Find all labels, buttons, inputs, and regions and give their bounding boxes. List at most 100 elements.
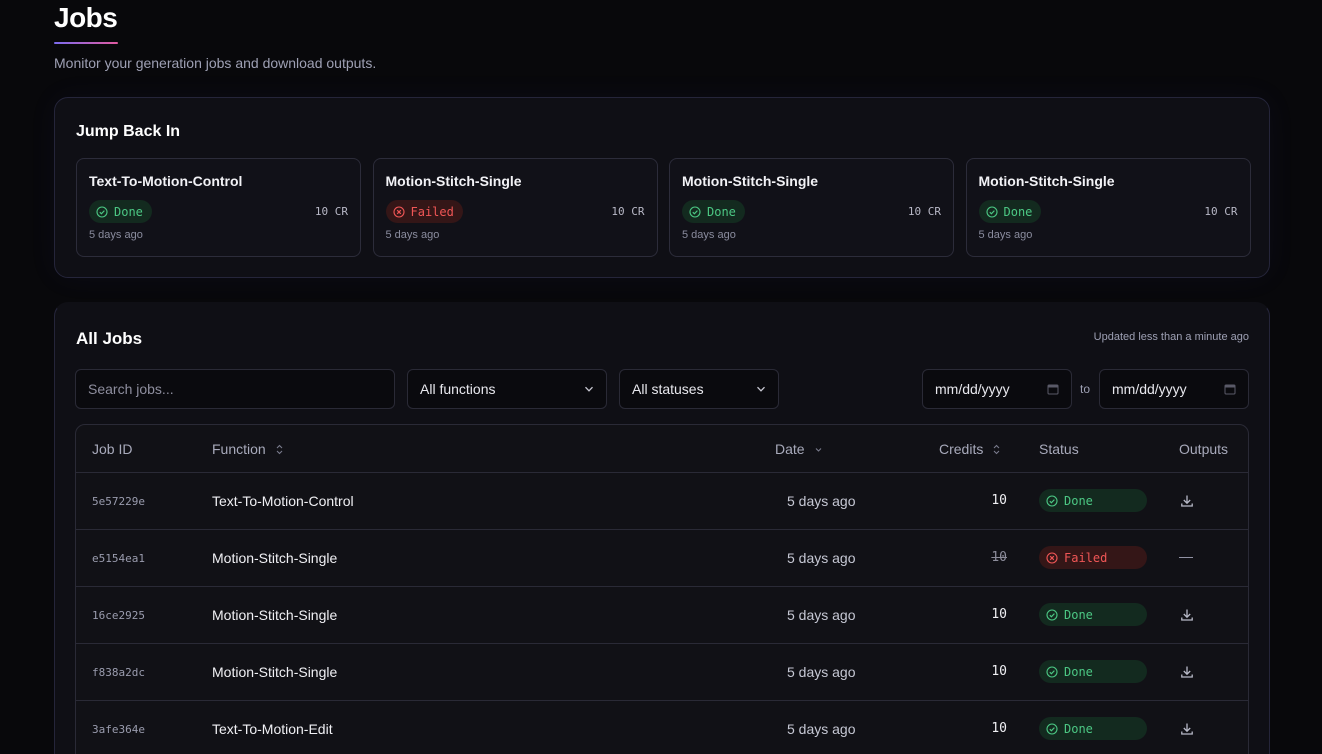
status-badge: Done [89,200,152,223]
jump-card-function: Motion-Stitch-Single [385,173,522,189]
check-circle-icon [1046,722,1058,735]
status-label: Done [1003,204,1033,219]
job-function: Motion-Stitch-Single [212,664,338,680]
sort-icon[interactable] [275,444,284,455]
job-date: 5 days ago [787,664,856,680]
status-label: Failed [410,204,454,219]
status-label: Done [114,204,143,219]
table-row[interactable]: 5e57229e Text-To-Motion-Control 5 days ago… [76,473,1248,530]
check-circle-icon [1046,665,1058,678]
jump-card[interactable]: Motion-Stitch-Single Failed 10 CR 5 days ag… [372,158,658,257]
job-id: 16ce2925 [92,609,145,622]
table-row[interactable]: e5154ea1 Motion-Stitch-Single 5 days ago 10… [76,530,1248,587]
job-credits: 10 [991,607,1007,622]
function-select-value: All functions [420,381,496,397]
status-label: Done [707,204,736,219]
table-row[interactable]: 16ce2925 Motion-Stitch-Single 5 days ago 10… [76,587,1248,644]
chevron-down-icon [585,386,593,392]
job-id: 5e57229e [92,495,145,508]
job-id: e5154ea1 [92,552,145,565]
jump-back-in-title: Jump Back In [76,123,181,140]
table-row[interactable]: 3afe364e Text-To-Motion-Edit 5 days ago 10 D… [76,701,1248,754]
job-date: 5 days ago [787,493,856,509]
column-label: Outputs [1179,441,1229,457]
job-id: f838a2dc [92,666,145,679]
status-badge: Done [1039,603,1147,626]
page-title: Jobs [54,2,118,33]
check-circle-icon [689,205,701,218]
column-label: Date [775,441,805,457]
job-date: 5 days ago [787,607,856,623]
jobs-table: Job ID Function Date Credits Status Outp… [75,424,1249,754]
x-circle-icon [392,205,405,218]
all-jobs-title: All Jobs [76,329,143,348]
calendar-icon[interactable] [1224,383,1236,395]
jump-card-credits: 10 CR [314,205,348,218]
sort-icon[interactable] [992,444,1001,455]
job-function: Motion-Stitch-Single [212,607,338,623]
date-to-input[interactable]: mm/dd/yyyy [1099,369,1249,409]
job-date: 5 days ago [787,721,856,737]
download-icon[interactable] [1179,721,1195,737]
check-circle-icon [96,205,108,218]
column-header-credits[interactable]: Credits [939,441,1001,457]
column-header-date[interactable]: Date [775,441,823,457]
status-label: Done [1064,664,1093,679]
download-icon[interactable] [1179,493,1195,509]
date-from-value: mm/dd/yyyy [935,381,1010,397]
jump-card-function: Motion-Stitch-Single [978,173,1115,189]
status-badge: Done [682,200,745,223]
jump-back-in-panel: Jump Back In Text-To-Motion-Control Done 1… [54,97,1270,278]
download-icon[interactable] [1179,664,1195,680]
date-from-input[interactable]: mm/dd/yyyy [922,369,1072,409]
column-header-job-id: Job ID [92,441,132,457]
search-placeholder: Search jobs... [88,381,174,397]
status-badge: Done [978,200,1042,223]
jump-card-credits: 10 CR [1204,205,1238,218]
column-header-status: Status [1039,441,1079,457]
job-credits: 10 [991,493,1007,508]
status-label: Done [1064,721,1093,736]
job-id: 3afe364e [92,723,145,736]
jump-card[interactable]: Text-To-Motion-Control Done 10 CR 5 days ag… [76,158,361,257]
jump-card-function: Motion-Stitch-Single [682,173,819,189]
search-input[interactable]: Search jobs... [75,369,395,409]
status-select-value: All statuses [632,381,704,397]
function-select[interactable]: All functions [407,369,607,409]
column-label: Function [212,441,266,457]
jump-card[interactable]: Motion-Stitch-Single Done 10 CR 5 days ago [669,158,954,257]
job-function: Text-To-Motion-Edit [212,721,333,737]
x-circle-icon [1046,551,1058,564]
jump-card-time: 5 days ago [978,229,1033,241]
job-credits: 10 [991,550,1007,565]
calendar-icon[interactable] [1047,383,1059,395]
jump-card-time: 5 days ago [385,229,440,241]
status-select[interactable]: All statuses [619,369,779,409]
jump-card[interactable]: Motion-Stitch-Single Done 10 CR 5 days ago [965,158,1251,257]
sort-desc-icon[interactable] [814,444,823,455]
status-label: Done [1064,607,1093,622]
check-circle-icon [985,205,998,218]
jump-card-time: 5 days ago [682,229,736,241]
no-output: — [1179,548,1193,564]
job-date: 5 days ago [787,550,856,566]
download-icon[interactable] [1179,607,1195,623]
job-credits: 10 [991,664,1007,679]
column-label: Job ID [92,441,133,457]
column-header-function[interactable]: Function [212,441,284,457]
column-label: Credits [939,441,984,457]
all-jobs-panel: All Jobs Updated less than a minute ago … [54,302,1270,754]
date-to-value: mm/dd/yyyy [1112,381,1187,397]
check-circle-icon [1046,608,1058,621]
job-function: Motion-Stitch-Single [212,550,338,566]
job-credits: 10 [991,721,1007,736]
status-label: Failed [1064,550,1108,565]
status-badge: Done [1039,717,1147,740]
jump-card-credits: 10 CR [611,205,645,218]
table-row[interactable]: f838a2dc Motion-Stitch-Single 5 days ago 10… [76,644,1248,701]
title-underline [54,42,118,44]
status-label: Done [1064,493,1093,508]
job-function: Text-To-Motion-Control [212,493,354,509]
column-label: Status [1039,441,1079,457]
updated-status: Updated less than a minute ago [1093,331,1249,343]
